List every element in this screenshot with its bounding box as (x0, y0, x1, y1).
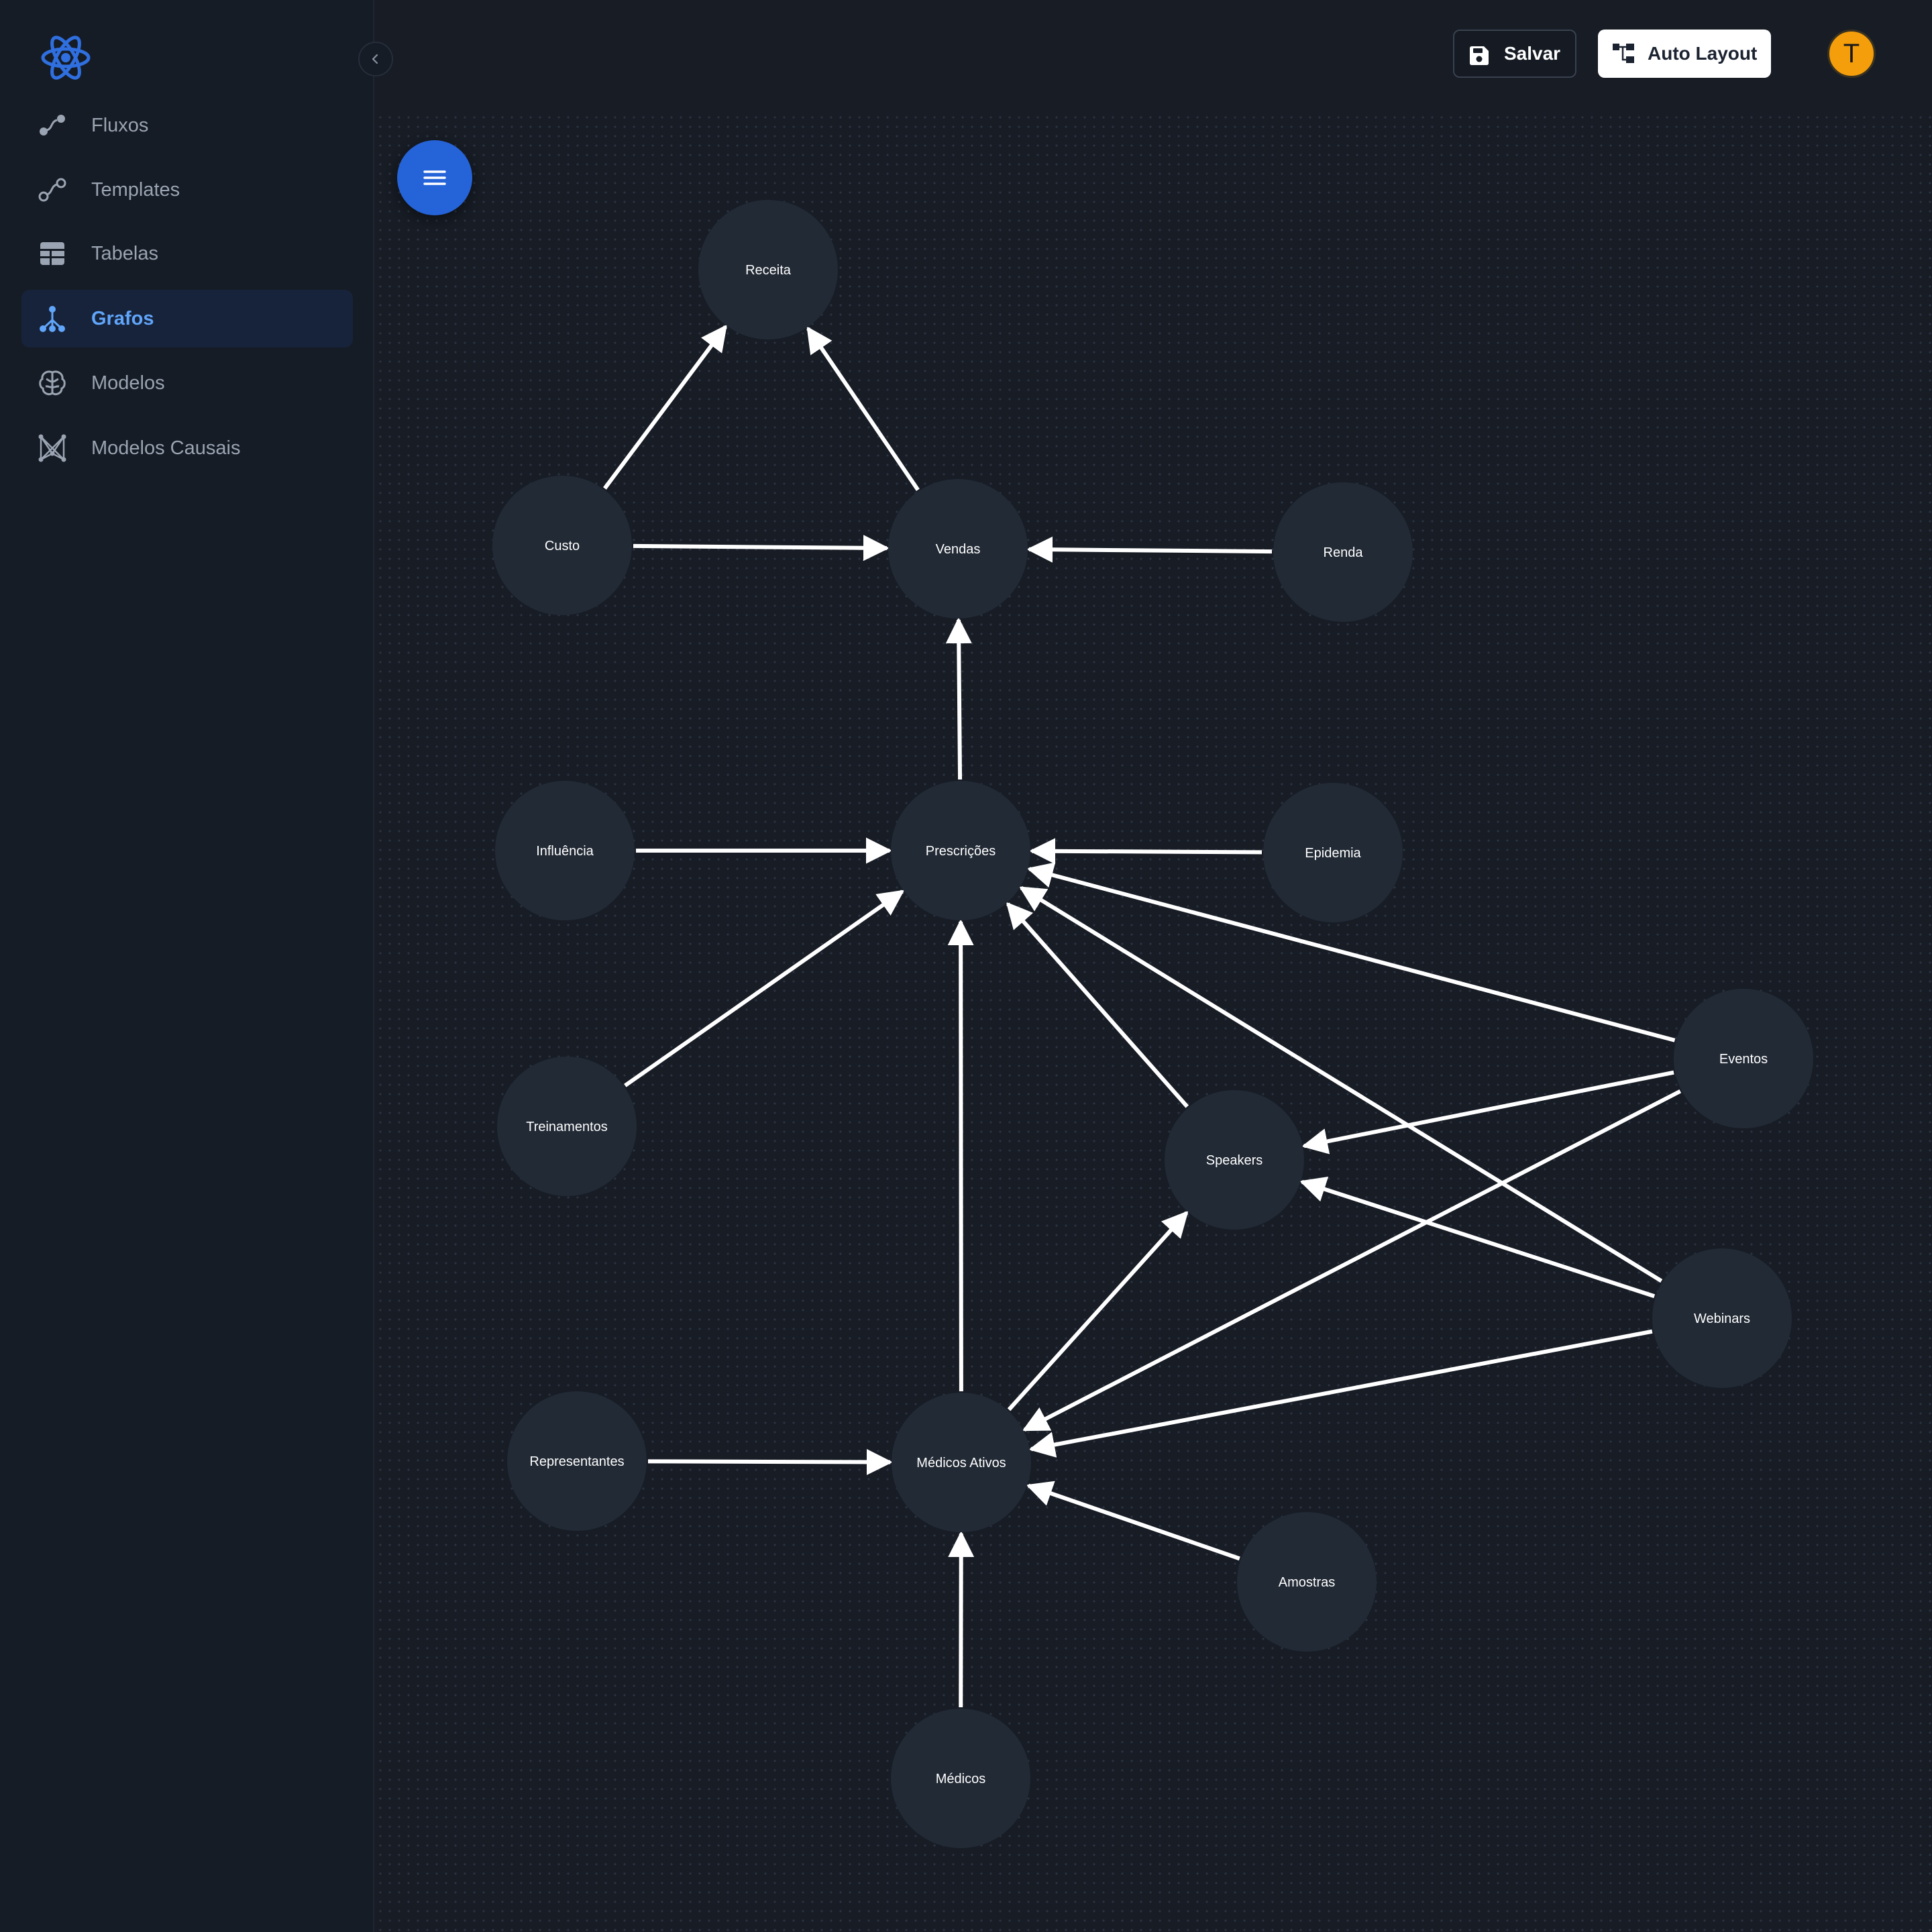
graph-node-amostras[interactable]: Amostras (1237, 1512, 1377, 1652)
graph-edge-webinars-to-speakers[interactable] (1299, 1177, 1656, 1299)
graph-edge-webinars-to-medicos_ativos[interactable] (1028, 1329, 1653, 1458)
graph-node-representantes[interactable]: Representantes (507, 1391, 647, 1531)
graph-edge-vendas-to-receita[interactable] (806, 326, 920, 492)
graph-node-receita[interactable]: Receita (698, 200, 838, 339)
auto-layout-button-label: Auto Layout (1648, 43, 1758, 64)
graph-node-webinars[interactable]: Webinars (1652, 1248, 1792, 1388)
graph-edge-eventos-to-speakers[interactable] (1301, 1070, 1674, 1155)
graph-node-label: Médicos Ativos (916, 1456, 1006, 1470)
graph-node-label: Epidemia (1305, 846, 1361, 861)
graph-node-treinamentos[interactable]: Treinamentos (497, 1057, 637, 1196)
user-avatar[interactable]: T (1827, 30, 1876, 78)
graph-node-label: Influência (536, 844, 594, 859)
graph-edge-custo-to-receita[interactable] (603, 324, 727, 490)
graph-node-label: Vendas (936, 542, 981, 557)
graph-node-medicos_ativos[interactable]: Médicos Ativos (892, 1393, 1031, 1532)
graph-node-medicos[interactable]: Médicos (891, 1709, 1030, 1848)
graph-edge-eventos-to-medicos_ativos[interactable] (1022, 1089, 1682, 1432)
graph-node-label: Receita (745, 263, 792, 278)
graph-node-prescricoes[interactable]: Prescrições (891, 781, 1030, 920)
graph-edge-treinamentos-to-prescricoes[interactable] (624, 890, 905, 1087)
graph-node-speakers[interactable]: Speakers (1165, 1090, 1304, 1230)
graph-edge-amostras-to-medicos_ativos[interactable] (1026, 1481, 1240, 1561)
graph-node-label: Speakers (1206, 1153, 1263, 1168)
causal-graph[interactable]: Receita Custo Vendas Renda Influência Prescri… (0, 0, 1932, 1932)
graph-edge-epidemia-to-prescricoes[interactable] (1029, 838, 1263, 865)
hierarchy-layout-icon (1613, 44, 1634, 63)
graph-node-label: Médicos (936, 1772, 985, 1786)
graph-node-label: Eventos (1719, 1052, 1768, 1067)
graph-edge-prescricoes-to-vendas[interactable] (945, 617, 972, 780)
graph-edge-renda-to-vendas[interactable] (1026, 536, 1273, 563)
collapse-sidebar-button[interactable] (358, 42, 393, 76)
save-button-label: Salvar (1504, 43, 1561, 64)
graph-node-label: Amostras (1279, 1575, 1335, 1590)
graph-edge-medicos_ativos-to-speakers[interactable] (1007, 1210, 1189, 1411)
graph-node-label: Renda (1324, 545, 1364, 560)
graph-edge-webinars-to-prescricoes[interactable] (1019, 885, 1663, 1283)
graph-node-renda[interactable]: Renda (1273, 482, 1413, 622)
graph-node-label: Treinamentos (526, 1120, 608, 1134)
chevron-left-icon (372, 54, 378, 64)
auto-layout-button[interactable]: Auto Layout (1598, 30, 1771, 78)
hamburger-menu-icon (423, 170, 446, 185)
graph-node-label: Custo (545, 539, 580, 553)
graph-node-label: Webinars (1694, 1311, 1750, 1326)
save-button[interactable]: Salvar (1453, 30, 1576, 78)
graph-node-vendas[interactable]: Vendas (888, 479, 1028, 619)
graph-edge-representantes-to-medicos_ativos[interactable] (647, 1449, 893, 1476)
graph-node-custo[interactable]: Custo (492, 476, 632, 615)
menu-button[interactable] (397, 140, 472, 215)
graph-node-label: Prescrições (926, 844, 996, 859)
graph-node-influencia[interactable]: Influência (495, 781, 635, 920)
graph-edge-custo-to-vendas[interactable] (633, 535, 890, 561)
floppy-disk-icon (1470, 46, 1489, 65)
graph-node-label: Representantes (529, 1454, 624, 1469)
graph-node-epidemia[interactable]: Epidemia (1263, 783, 1403, 922)
graph-node-eventos[interactable]: Eventos (1674, 989, 1813, 1128)
